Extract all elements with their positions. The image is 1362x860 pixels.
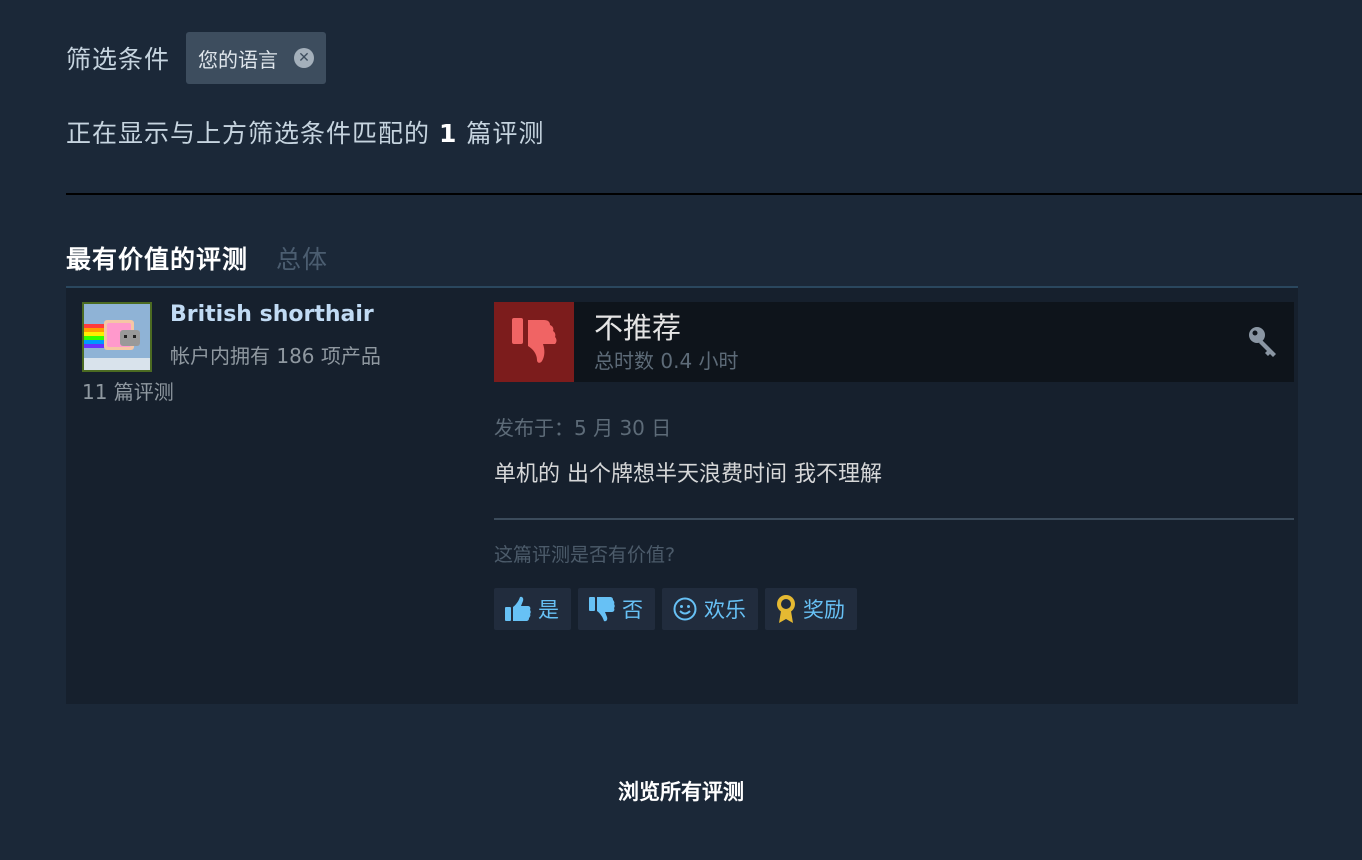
section-subtitle: 总体 bbox=[276, 245, 329, 274]
award-button[interactable]: 奖励 bbox=[765, 588, 857, 630]
browse-all-reviews-link[interactable]: 浏览所有评测 bbox=[0, 776, 1362, 806]
nyan-cat-avatar bbox=[84, 304, 150, 370]
review-card: British shorthair 帐户内拥有 186 项产品 11 篇评测 不… bbox=[66, 288, 1298, 704]
hours-played: 总时数 0.4 小时 bbox=[594, 348, 739, 373]
language-filter-chip[interactable]: 您的语言 ✕ bbox=[186, 32, 327, 84]
smiley-icon bbox=[672, 596, 698, 622]
vote-buttons: 是 否 欢乐 奖励 bbox=[494, 588, 857, 630]
award-icon bbox=[775, 594, 797, 624]
no-label: 否 bbox=[622, 598, 643, 622]
verdict-title: 不推荐 bbox=[594, 310, 682, 345]
helpful-question: 这篇评测是否有价值? bbox=[494, 544, 676, 566]
vote-header[interactable]: 不推荐 总时数 0.4 小时 bbox=[494, 302, 1294, 382]
helpful-no-button[interactable]: 否 bbox=[578, 588, 655, 630]
key-icon bbox=[1246, 324, 1280, 362]
helpful-yes-button[interactable]: 是 bbox=[494, 588, 571, 630]
funny-label: 欢乐 bbox=[704, 598, 746, 622]
funny-button[interactable]: 欢乐 bbox=[662, 588, 758, 630]
summary-prefix: 正在显示与上方筛选条件匹配的 bbox=[66, 119, 431, 148]
posted-date: 发布于：5 月 30 日 bbox=[494, 416, 672, 440]
close-circle-icon[interactable]: ✕ bbox=[294, 48, 315, 68]
filter-summary: 正在显示与上方筛选条件匹配的 1 篇评测 bbox=[66, 114, 544, 150]
thumbs-up-icon bbox=[504, 596, 532, 622]
yes-label: 是 bbox=[538, 598, 559, 622]
filter-label: 筛选条件 bbox=[66, 45, 171, 74]
summary-count: 1 bbox=[438, 119, 458, 148]
thumbs-down-icon bbox=[588, 596, 616, 622]
filter-row: 筛选条件 您的语言 ✕ bbox=[66, 32, 327, 84]
products-owned[interactable]: 帐户内拥有 186 项产品 bbox=[170, 340, 381, 369]
summary-suffix: 篇评测 bbox=[466, 119, 545, 148]
section-header: 最有价值的评测 总体 bbox=[66, 240, 328, 276]
divider bbox=[66, 193, 1362, 195]
review-body: 单机的 出个牌想半天浪费时间 我不理解 bbox=[494, 462, 882, 487]
author-name[interactable]: British shorthair bbox=[170, 302, 374, 327]
author-review-count[interactable]: 11 篇评测 bbox=[82, 376, 174, 405]
filter-chip-label: 您的语言 bbox=[198, 47, 279, 72]
thumbs-down-icon bbox=[494, 302, 574, 382]
section-title: 最有价值的评测 bbox=[66, 245, 249, 274]
award-label: 奖励 bbox=[803, 598, 845, 622]
avatar[interactable] bbox=[82, 302, 152, 372]
divider bbox=[494, 518, 1294, 520]
